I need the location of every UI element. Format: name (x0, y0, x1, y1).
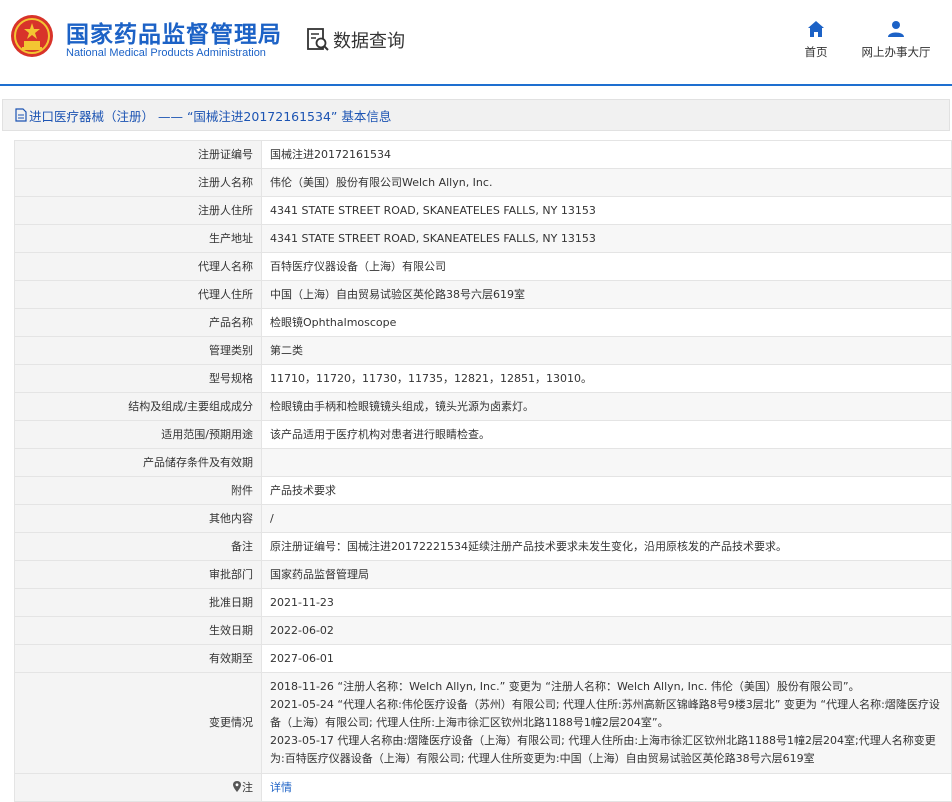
table-row: 代理人住所 中国（上海）自由贸易试验区英伦路38号六层619室 (14, 280, 952, 309)
table-row: 注册人名称 伟伦（美国）股份有限公司Welch Allyn, Inc. (14, 168, 952, 197)
row-value: 百特医疗仪器设备（上海）有限公司 (261, 252, 952, 281)
table-row: 产品名称 检眼镜Ophthalmoscope (14, 308, 952, 337)
change-entry: 2018-11-26 “注册人名称：Welch Allyn, Inc.” 变更为… (270, 680, 860, 693)
home-icon (808, 21, 824, 37)
row-label: 注 (14, 773, 262, 802)
nav-online-service-hall[interactable]: 网上办事大厅 (860, 20, 932, 60)
row-label: 注册人名称 (14, 168, 262, 197)
table-row: 审批部门 国家药品监督管理局 (14, 560, 952, 589)
document-search-icon (307, 28, 329, 51)
row-value: 检眼镜由手柄和检眼镜镜头组成，镜头光源为卤素灯。 (261, 392, 952, 421)
row-label: 生效日期 (14, 616, 262, 645)
row-value: 国家药品监督管理局 (261, 560, 952, 589)
row-label: 附件 (14, 476, 262, 505)
table-row: 型号规格 11710，11720，11730，11735，12821，12851，… (14, 364, 952, 393)
record-title-bar: 进口医疗器械（注册） —— “国械注进20172161534” 基本信息 (2, 99, 950, 131)
row-label: 产品储存条件及有效期 (14, 448, 262, 477)
table-row: 批准日期 2021-11-23 (14, 588, 952, 617)
site-logo-subtitle[interactable]: National Medical Products Administration (66, 47, 266, 59)
row-value: 2027-06-01 (261, 644, 952, 673)
table-row: 生产地址 4341 STATE STREET ROAD, SKANEATELES … (14, 224, 952, 253)
row-value (261, 448, 952, 477)
row-value: 2021-11-23 (261, 588, 952, 617)
row-label: 管理类别 (14, 336, 262, 365)
header-divider (0, 84, 952, 86)
nav-home-label: 首页 (804, 45, 828, 59)
table-row: 结构及组成/主要组成成分 检眼镜由手柄和检眼镜镜头组成，镜头光源为卤素灯。 (14, 392, 952, 421)
row-value: 检眼镜Ophthalmoscope (261, 308, 952, 337)
table-row: 生效日期 2022-06-02 (14, 616, 952, 645)
row-label: 产品名称 (14, 308, 262, 337)
table-row: 注 详情 (14, 773, 952, 802)
document-icon (15, 108, 27, 122)
row-label: 注册证编号 (14, 140, 262, 169)
row-label: 代理人住所 (14, 280, 262, 309)
row-label: 型号规格 (14, 364, 262, 393)
table-row: 变更情况 2018-11-26 “注册人名称：Welch Allyn, Inc.… (14, 672, 952, 774)
table-row: 代理人名称 百特医疗仪器设备（上海）有限公司 (14, 252, 952, 281)
table-row: 备注 原注册证编号：国械注进20172221534延续注册产品技术要求未发生变化，… (14, 532, 952, 561)
change-history: 2018-11-26 “注册人名称：Welch Allyn, Inc.” 变更为… (261, 672, 952, 774)
user-icon (888, 21, 904, 37)
row-label: 结构及组成/主要组成成分 (14, 392, 262, 421)
row-value: 4341 STATE STREET ROAD, SKANEATELES FALL… (261, 224, 952, 253)
row-value: 详情 (261, 773, 952, 802)
details-link[interactable]: 详情 (270, 781, 292, 794)
national-emblem-icon (11, 15, 53, 57)
row-value: / (261, 504, 952, 533)
note-label: 注 (242, 780, 253, 794)
row-label: 生产地址 (14, 224, 262, 253)
row-label: 变更情况 (14, 672, 262, 774)
table-row: 有效期至 2027-06-01 (14, 644, 952, 673)
nav-home[interactable]: 首页 (798, 20, 834, 60)
row-value: 产品技术要求 (261, 476, 952, 505)
site-header: 国家药品监督管理局 National Medical Products Admi… (0, 0, 952, 82)
row-value: 原注册证编号：国械注进20172221534延续注册产品技术要求未发生变化，沿用… (261, 532, 952, 561)
row-value: 中国（上海）自由贸易试验区英伦路38号六层619室 (261, 280, 952, 309)
table-row: 适用范围/预期用途 该产品适用于医疗机构对患者进行眼睛检查。 (14, 420, 952, 449)
site-logo-title[interactable]: 国家药品监督管理局 (66, 15, 282, 49)
row-value: 伟伦（美国）股份有限公司Welch Allyn, Inc. (261, 168, 952, 197)
row-label: 其他内容 (14, 504, 262, 533)
row-label: 批准日期 (14, 588, 262, 617)
table-row: 管理类别 第二类 (14, 336, 952, 365)
row-label: 审批部门 (14, 560, 262, 589)
data-query-heading: 数据查询 (305, 25, 405, 55)
row-value: 第二类 (261, 336, 952, 365)
table-row: 附件 产品技术要求 (14, 476, 952, 505)
row-value: 该产品适用于医疗机构对患者进行眼睛检查。 (261, 420, 952, 449)
row-label: 代理人名称 (14, 252, 262, 281)
row-label: 备注 (14, 532, 262, 561)
row-value: 2022-06-02 (261, 616, 952, 645)
change-entry: 2023-05-17 代理人名称由:熠隆医疗设备（上海）有限公司; 代理人住所由… (270, 734, 936, 765)
table-row: 其他内容 / (14, 504, 952, 533)
table-row: 注册人住所 4341 STATE STREET ROAD, SKANEATELES… (14, 196, 952, 225)
row-label: 有效期至 (14, 644, 262, 673)
data-query-label: 数据查询 (333, 31, 405, 52)
record-title: 进口医疗器械（注册） —— “国械注进20172161534” 基本信息 (29, 108, 392, 124)
row-label: 适用范围/预期用途 (14, 420, 262, 449)
table-row: 产品储存条件及有效期 (14, 448, 952, 477)
row-value: 11710，11720，11730，11735，12821，12851，1301… (261, 364, 952, 393)
row-value: 4341 STATE STREET ROAD, SKANEATELES FALL… (261, 196, 952, 225)
table-row: 注册证编号 国械注进20172161534 (14, 140, 952, 169)
registration-info-table: 注册证编号 国械注进20172161534 注册人名称 伟伦（美国）股份有限公司We… (14, 140, 952, 802)
row-value: 国械注进20172161534 (261, 140, 952, 169)
row-label: 注册人住所 (14, 196, 262, 225)
nav-online-service-hall-label: 网上办事大厅 (861, 45, 931, 59)
change-entry: 2021-05-24 “代理人名称:伟伦医疗设备（苏州）有限公司; 代理人住所:… (270, 698, 940, 729)
